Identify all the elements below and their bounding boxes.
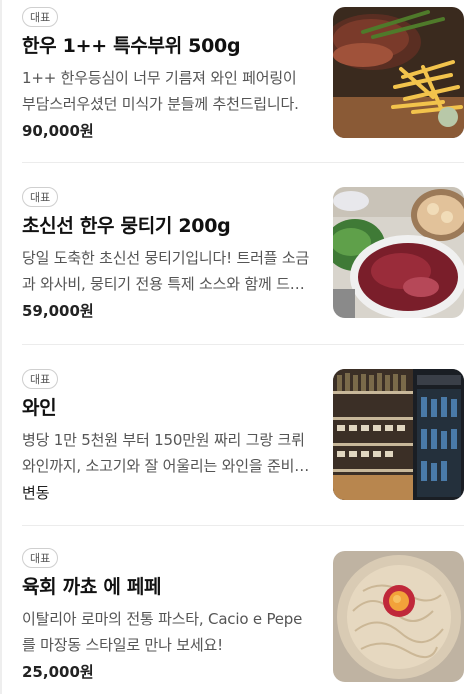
wine-cellar-photo[interactable] — [333, 369, 464, 500]
menu-item[interactable]: 대표 한우 1++ 특수부위 500g 1++ 한우등심이 너무 기름져 와인 … — [22, 7, 464, 140]
menu-item-price: 변동 — [22, 484, 50, 502]
cacio-e-pepe-pasta-photo[interactable] — [333, 551, 464, 682]
menu-item-price: 25,000원 — [22, 663, 94, 681]
divider — [22, 162, 464, 163]
divider — [22, 344, 464, 345]
signature-badge: 대표 — [22, 369, 59, 389]
steak-with-fries-photo[interactable] — [333, 7, 464, 138]
signature-badge: 대표 — [22, 7, 59, 27]
menu-item[interactable]: 대표 와인 병당 1만 5천원 부터 150만원 짜리 그랑 크뤼 와인까지, … — [22, 369, 464, 502]
signature-badge: 대표 — [22, 548, 59, 568]
signature-badge: 대표 — [22, 187, 59, 207]
menu-item-price: 59,000원 — [22, 302, 94, 320]
divider — [22, 525, 464, 526]
menu-item-description: 병당 1만 5천원 부터 150만원 짜리 그랑 크뤼 와인까지, 소고기와 잘… — [22, 431, 308, 475]
left-edge-rule — [0, 0, 2, 694]
menu-item-name: 육회 까쵸 에 페페 — [22, 576, 162, 598]
menu-item-name: 와인 — [22, 397, 57, 419]
menu-item[interactable]: 대표 육회 까쵸 에 페페 이탈리아 로마의 전통 파스타, Cacio e P… — [22, 548, 464, 682]
menu-item-price: 90,000원 — [22, 122, 94, 140]
menu-item-description: 당일 도축한 초신선 뭉티기입니다! 트러플 소금과 와사비, 뭉티기 전용 특… — [22, 249, 310, 293]
menu-item-name: 초신선 한우 뭉티기 200g — [22, 215, 231, 237]
menu-item-description: 이탈리아 로마의 전통 파스타, Cacio e Pepe 를 마장동 스타일로… — [22, 610, 303, 654]
raw-beef-platter-photo[interactable] — [333, 187, 464, 318]
menu-item-name: 한우 1++ 특수부위 500g — [22, 35, 241, 57]
menu-item[interactable]: 대표 초신선 한우 뭉티기 200g 당일 도축한 초신선 뭉티기입니다! 트러… — [22, 187, 464, 320]
menu-item-description: 1++ 한우등심이 너무 기름져 와인 페어링이 부담스러우셨던 미식가 분들께… — [22, 69, 299, 113]
